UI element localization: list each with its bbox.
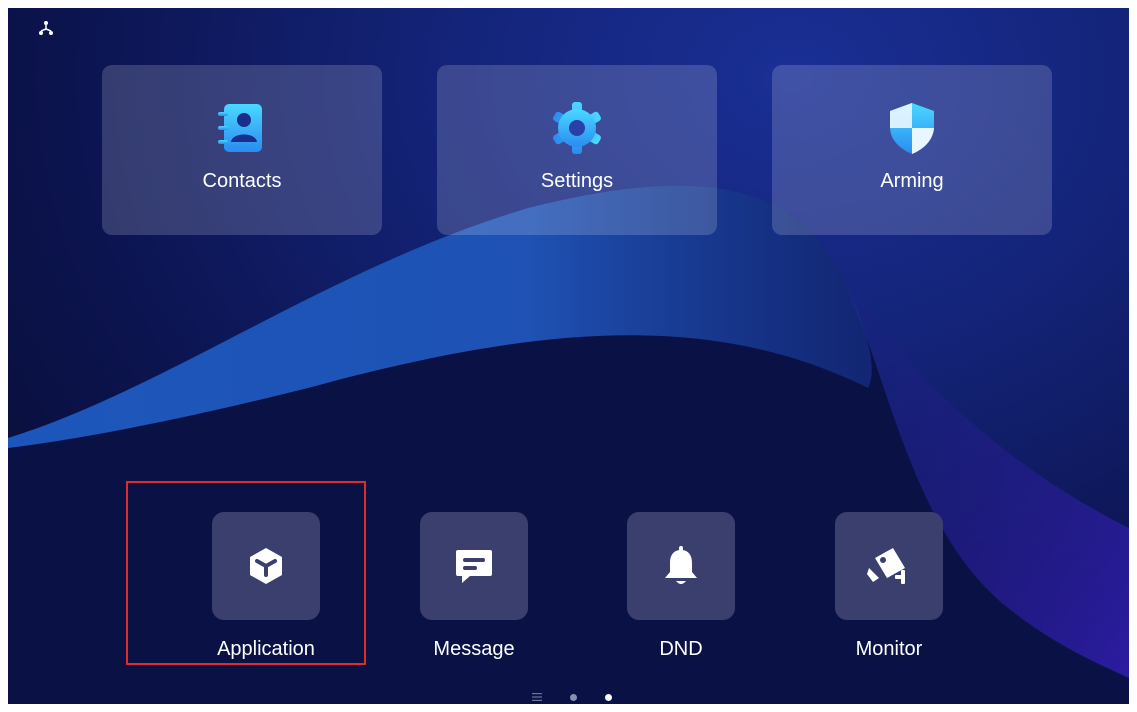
list-icon[interactable] <box>532 692 542 702</box>
bell-icon <box>665 546 697 584</box>
message-label: Message <box>433 638 515 660</box>
monitor-icon-box <box>835 512 943 620</box>
security-camera-icon <box>867 548 905 584</box>
contacts-book-icon <box>218 104 262 152</box>
chat-bubble-icon <box>456 550 492 583</box>
dnd-label: DND <box>659 638 703 660</box>
message-button[interactable]: Message <box>419 512 529 661</box>
gear-icon <box>553 102 601 154</box>
application-highlight-box <box>126 481 366 665</box>
monitor-button[interactable]: Monitor <box>834 512 944 661</box>
page-indicator <box>532 692 612 702</box>
dnd-icon-box <box>627 512 735 620</box>
page-dot-2-active[interactable] <box>605 693 612 701</box>
arming-tile[interactable]: Arming <box>772 65 1052 235</box>
settings-tile[interactable]: Settings <box>437 65 717 235</box>
arming-label: Arming <box>880 170 944 192</box>
contacts-tile[interactable]: Contacts <box>102 65 382 235</box>
dnd-button[interactable]: DND <box>626 512 736 661</box>
settings-label: Settings <box>540 170 614 192</box>
monitor-label: Monitor <box>855 638 923 660</box>
shield-icon <box>890 103 934 154</box>
message-icon-box <box>420 512 528 620</box>
page-dot-1[interactable] <box>570 693 577 701</box>
contacts-label: Contacts <box>202 170 282 192</box>
network-icon <box>39 21 53 35</box>
